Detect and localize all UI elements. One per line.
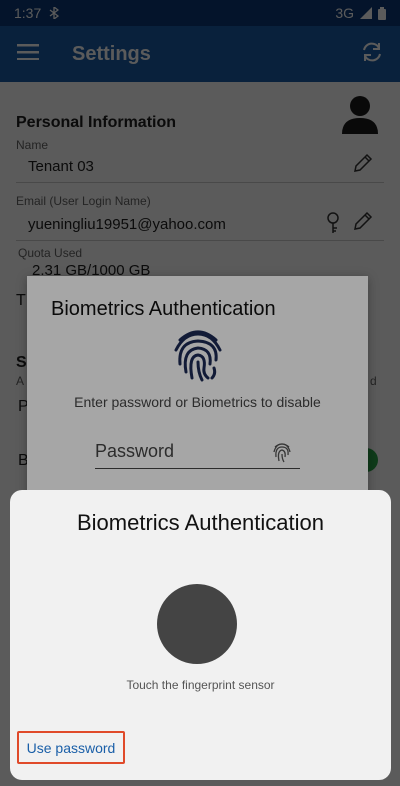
device-screen: 1:37 3G Settings Personal Information Na… xyxy=(0,0,400,786)
sheet-title: Biometrics Authentication xyxy=(76,510,325,535)
biometric-prompt-sheet: Biometrics Authentication Touch the fing… xyxy=(10,490,391,780)
use-password-button[interactable]: Use password xyxy=(17,731,125,764)
sensor-instruction: Touch the fingerprint sensor xyxy=(126,678,275,692)
use-password-label: Use password xyxy=(26,739,116,756)
fingerprint-sensor-icon xyxy=(157,584,237,664)
